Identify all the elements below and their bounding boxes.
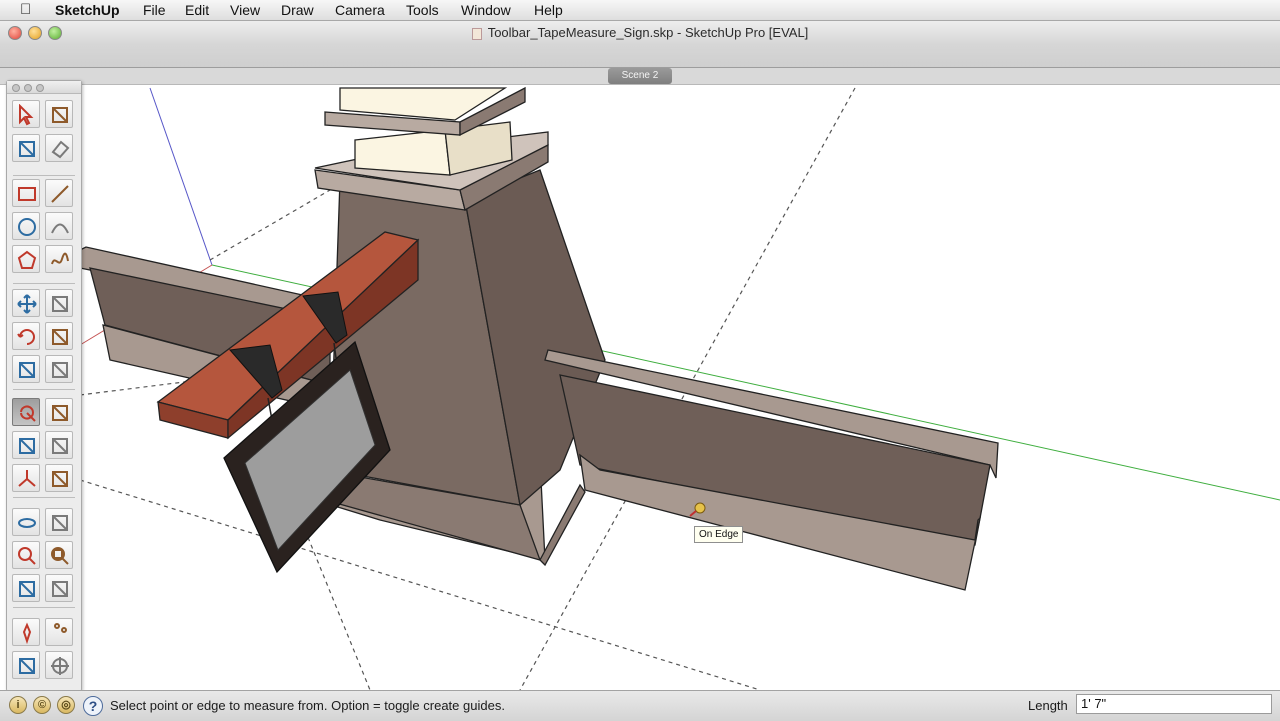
circle-tool-button[interactable] <box>12 212 40 240</box>
line-tool-button[interactable] <box>45 179 73 207</box>
menu-draw[interactable]: Draw <box>281 2 314 18</box>
make-component-tool-button[interactable] <box>45 100 73 128</box>
polygon-tool-button[interactable] <box>12 245 40 273</box>
status-message: Select point or edge to measure from. Op… <box>110 698 505 713</box>
zoom-window-icon <box>51 547 69 565</box>
apple-menu-icon[interactable]:  <box>20 1 31 19</box>
palette-title-bar[interactable] <box>7 81 81 94</box>
palette-zoom-button[interactable] <box>36 84 44 92</box>
rail-right <box>539 349 999 591</box>
orbit-icon <box>18 518 37 528</box>
text-icon <box>52 438 68 454</box>
zoom-window-tool-button[interactable] <box>45 541 73 569</box>
zoom-icon <box>18 547 36 565</box>
window-title: Toolbar_TapeMeasure_Sign.skp - SketchUp … <box>0 25 1280 40</box>
rectangle-icon <box>18 187 36 201</box>
zoom-extents-tool-button[interactable] <box>12 574 40 602</box>
tape-measure-tool-button[interactable] <box>12 398 40 426</box>
axes-icon <box>18 470 36 487</box>
menu-file[interactable]: File <box>143 2 166 18</box>
dimension-tool-button[interactable] <box>45 398 73 426</box>
palette-minimize-button[interactable] <box>24 84 32 92</box>
rotate-icon <box>17 329 35 345</box>
menu-edit[interactable]: Edit <box>185 2 209 18</box>
scale-tool-button[interactable] <box>12 355 40 383</box>
measurements-input[interactable]: 1' 7" <box>1076 694 1272 714</box>
window-title-bar: Toolbar_TapeMeasure_Sign.skp - SketchUp … <box>0 21 1280 45</box>
protractor-icon <box>19 438 35 454</box>
window-title-text: Toolbar_TapeMeasure_Sign.skp - SketchUp … <box>487 25 809 40</box>
eraser-tool-button[interactable] <box>45 134 73 162</box>
walk-tool-button[interactable] <box>45 618 73 646</box>
walk-icon <box>54 623 68 633</box>
palette-close-button[interactable] <box>12 84 20 92</box>
pan-tool-button[interactable] <box>45 508 73 536</box>
move-tool-button[interactable] <box>12 289 40 317</box>
document-icon <box>471 27 482 40</box>
scene-tab[interactable]: Scene 2 <box>608 68 672 84</box>
previous-view-tool-button[interactable] <box>45 574 73 602</box>
paint-bucket-tool-button[interactable] <box>12 134 40 162</box>
protractor-tool-button[interactable] <box>12 431 40 459</box>
scene-tabs-bar: Scene 2 <box>0 68 1280 85</box>
push-pull-tool-button[interactable] <box>45 289 73 317</box>
3d-text-icon <box>52 471 68 487</box>
zoom-tool-button[interactable] <box>12 541 40 569</box>
look-around-tool-button[interactable] <box>12 651 40 679</box>
status-bar: i © ◎ ? Select point or edge to measure … <box>0 690 1280 721</box>
arc-tool-button[interactable] <box>45 212 73 240</box>
rotate-tool-button[interactable] <box>12 322 40 350</box>
position-camera-icon <box>22 622 32 644</box>
user-icon[interactable]: ◎ <box>57 696 75 714</box>
menu-sketchup[interactable]: SketchUp <box>55 2 120 18</box>
offset-icon <box>52 362 68 378</box>
axes-tool-button[interactable] <box>12 464 40 492</box>
credits-icon[interactable]: © <box>33 696 51 714</box>
menu-camera[interactable]: Camera <box>335 2 385 18</box>
dimension-icon <box>52 405 68 421</box>
geo-location-icon[interactable]: i <box>9 696 27 714</box>
eraser-icon <box>51 140 70 159</box>
tape-measure-icon <box>20 405 36 422</box>
measurements-label: Length <box>1028 698 1068 713</box>
scale-icon <box>19 362 35 378</box>
select-icon <box>19 104 34 126</box>
circle-icon <box>18 218 37 236</box>
move-icon <box>17 294 37 314</box>
inference-tooltip: On Edge <box>694 526 744 543</box>
freehand-icon <box>51 252 69 265</box>
model-canvas[interactable] <box>0 85 1280 690</box>
menu-tools[interactable]: Tools <box>406 2 439 18</box>
position-camera-tool-button[interactable] <box>12 618 40 646</box>
select-tool-button[interactable] <box>12 100 40 128</box>
follow-me-icon <box>52 329 68 345</box>
help-icon[interactable]: ? <box>83 696 103 716</box>
line-icon <box>51 185 69 203</box>
blue-axis <box>149 87 213 266</box>
pan-icon <box>52 515 68 531</box>
arc-icon <box>51 223 69 234</box>
orbit-tool-button[interactable] <box>12 508 40 536</box>
model-viewport[interactable] <box>0 85 1280 690</box>
look-around-icon <box>19 658 35 674</box>
menu-view[interactable]: View <box>230 2 260 18</box>
polygon-icon <box>17 250 37 269</box>
push-pull-icon <box>52 296 68 312</box>
paint-bucket-icon <box>19 141 35 157</box>
3d-text-tool-button[interactable] <box>45 464 73 492</box>
toolbar-area <box>0 45 1280 68</box>
text-tool-button[interactable] <box>45 431 73 459</box>
section-plane-tool-button[interactable] <box>45 651 73 679</box>
menu-window[interactable]: Window <box>461 2 511 18</box>
rectangle-tool-button[interactable] <box>12 179 40 207</box>
section-plane-icon <box>51 657 69 675</box>
make-component-icon <box>52 107 68 123</box>
zoom-extents-icon <box>19 581 35 597</box>
menu-help[interactable]: Help <box>534 2 563 18</box>
previous-view-icon <box>52 581 68 597</box>
freehand-tool-button[interactable] <box>45 245 73 273</box>
menu-bar:  SketchUp File Edit View Draw Camera To… <box>0 0 1280 21</box>
offset-tool-button[interactable] <box>45 355 73 383</box>
follow-me-tool-button[interactable] <box>45 322 73 350</box>
